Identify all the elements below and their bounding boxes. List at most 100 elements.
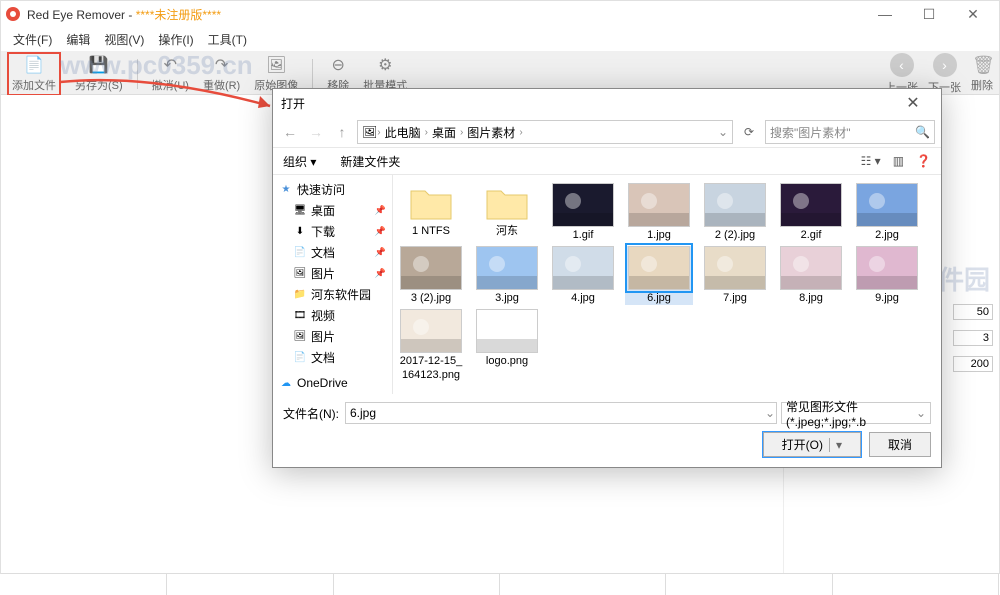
file-item[interactable]: logo.png	[473, 309, 541, 381]
menu-edit[interactable]: 编辑	[60, 29, 96, 50]
image-thumbnail	[552, 246, 614, 290]
maximize-button[interactable]: ☐	[907, 1, 951, 27]
tree-pic2[interactable]: 🖼图片	[273, 326, 392, 347]
undo-button[interactable]: ↶ 撤消(U)	[152, 55, 189, 93]
titlebar: Red Eye Remover - ****未注册版**** — ☐ ✕	[1, 1, 999, 27]
file-list: 1 NTFS 河东1.gif 1.jpg 2 (2).jpg2.gif 2.jpg 3 (…	[393, 175, 941, 394]
redo-button[interactable]: ↷ 重做(R)	[203, 55, 240, 93]
dialog-address-bar: ← → ↑ 🖼 › 此电脑 › 桌面 › 图片素材 › ⌄ ⟳ 搜索"图片素材"…	[273, 117, 941, 147]
file-item[interactable]: 河东	[473, 183, 541, 242]
batch-button[interactable]: ⚙ 批量模式	[363, 55, 407, 93]
back-button[interactable]: ←	[279, 121, 301, 143]
file-name: 7.jpg	[701, 292, 769, 305]
tree-video[interactable]: 🎞视频	[273, 305, 392, 326]
trash-icon: 🗑	[972, 55, 992, 75]
dialog-close-button[interactable]: ✕	[893, 93, 933, 113]
document-icon: 📄	[293, 351, 307, 365]
tree-pictures[interactable]: 🖼图片📌	[273, 263, 392, 284]
video-icon: 🎞	[293, 309, 307, 323]
delete-button[interactable]: 🗑 删除	[971, 55, 993, 93]
remove-button[interactable]: ⊖ 移除	[327, 55, 349, 93]
preview-pane-button[interactable]: ▥	[893, 154, 904, 168]
app-title: Red Eye Remover - ****未注册版****	[27, 6, 221, 23]
folder-tree: ★快速访问 🖥桌面📌 ⬇下载📌 📄文档📌 🖼图片📌 📁河东软件园 🎞视频 🖼图片…	[273, 175, 393, 394]
tree-hedong[interactable]: 📁河东软件园	[273, 284, 392, 305]
image-thumbnail	[628, 246, 690, 290]
undo-icon: ↶	[160, 55, 180, 75]
dialog-body: ★快速访问 🖥桌面📌 ⬇下载📌 📄文档📌 🖼图片📌 📁河东软件园 🎞视频 🖼图片…	[273, 175, 941, 394]
gear-icon: ⚙	[375, 55, 395, 75]
file-name: 4.jpg	[549, 292, 617, 305]
file-item[interactable]: 2.jpg	[853, 183, 921, 242]
search-input[interactable]: 搜索"图片素材" 🔍	[765, 120, 935, 144]
menu-action[interactable]: 操作(I)	[152, 29, 199, 50]
status-bar	[1, 573, 999, 595]
filename-input[interactable]	[345, 402, 777, 424]
file-item[interactable]: 2017-12-15_164123.png	[397, 309, 465, 381]
filetype-select[interactable]: 常见图形文件 (*.jpeg;*.jpg;*.b⌄	[781, 402, 931, 424]
prev-icon: ‹	[890, 53, 914, 77]
image-thumbnail	[552, 183, 614, 227]
breadcrumb[interactable]: 🖼 › 此电脑 › 桌面 › 图片素材 › ⌄	[357, 120, 733, 144]
picture-icon: 🖼	[293, 267, 307, 281]
file-item[interactable]: 1 NTFS	[397, 183, 465, 242]
file-name: 1.jpg	[625, 229, 693, 242]
file-item[interactable]: 1.jpg	[625, 183, 693, 242]
original-button[interactable]: 🖼 原始图像	[254, 55, 298, 93]
file-item[interactable]: 7.jpg	[701, 246, 769, 305]
new-folder-button[interactable]: 新建文件夹	[340, 153, 400, 170]
file-name: 6.jpg	[625, 292, 693, 305]
menu-file[interactable]: 文件(F)	[7, 29, 58, 50]
up-button[interactable]: ↑	[331, 121, 353, 143]
file-item[interactable]: 2 (2).jpg	[701, 183, 769, 242]
menu-view[interactable]: 视图(V)	[98, 29, 150, 50]
folder-icon: 🖼	[362, 125, 377, 139]
prop-input-3[interactable]	[953, 356, 993, 372]
tree-quick-access[interactable]: ★快速访问	[273, 179, 392, 200]
view-mode-button[interactable]: ☷ ▾	[861, 154, 881, 168]
file-name: 8.jpg	[777, 292, 845, 305]
image-thumbnail	[704, 183, 766, 227]
tree-doc2[interactable]: 📄文档	[273, 347, 392, 368]
dialog-toolbar: 组织 ▾ 新建文件夹 ☷ ▾ ▥ ❓	[273, 147, 941, 175]
file-name: 1 NTFS	[397, 225, 465, 238]
open-button[interactable]: 打开(O)▾	[763, 432, 861, 457]
prop-input-1[interactable]	[953, 304, 993, 320]
minimize-button[interactable]: —	[863, 1, 907, 27]
add-file-icon: 📄	[24, 55, 44, 75]
tree-documents[interactable]: 📄文档📌	[273, 242, 392, 263]
chevron-down-icon[interactable]: ⌄	[718, 125, 728, 139]
cancel-button[interactable]: 取消	[869, 432, 931, 457]
close-button[interactable]: ✕	[951, 1, 995, 27]
tree-desktop[interactable]: 🖥桌面📌	[273, 200, 392, 221]
refresh-button[interactable]: ⟳	[737, 125, 761, 139]
file-name: 3 (2).jpg	[397, 292, 465, 305]
file-item[interactable]: 3.jpg	[473, 246, 541, 305]
file-item[interactable]: 3 (2).jpg	[397, 246, 465, 305]
file-item[interactable]: 2.gif	[777, 183, 845, 242]
help-button[interactable]: ❓	[916, 154, 931, 168]
add-file-button[interactable]: 📄 添加文件	[7, 52, 61, 96]
desktop-icon: 🖥	[293, 204, 307, 218]
prop-input-2[interactable]	[953, 330, 993, 346]
tree-onedrive[interactable]: ☁OneDrive	[273, 374, 392, 392]
image-thumbnail	[856, 183, 918, 227]
file-item[interactable]: 4.jpg	[549, 246, 617, 305]
file-item[interactable]: 8.jpg	[777, 246, 845, 305]
organize-menu[interactable]: 组织 ▾	[283, 153, 316, 170]
image-thumbnail	[704, 246, 766, 290]
file-item[interactable]: 6.jpg	[625, 246, 693, 305]
tree-downloads[interactable]: ⬇下载📌	[273, 221, 392, 242]
file-name: 9.jpg	[853, 292, 921, 305]
star-icon: ★	[279, 183, 293, 197]
file-item[interactable]: 9.jpg	[853, 246, 921, 305]
original-icon: 🖼	[266, 55, 286, 75]
folder-icon: 📁	[293, 288, 307, 302]
save-as-button[interactable]: 💾 另存为(S)	[75, 55, 123, 93]
filename-label: 文件名(N):	[283, 405, 339, 422]
file-name: 2.jpg	[853, 229, 921, 242]
forward-button[interactable]: →	[305, 121, 327, 143]
file-item[interactable]: 1.gif	[549, 183, 617, 242]
dialog-titlebar: 打开 ✕	[273, 89, 941, 117]
menu-tools[interactable]: 工具(T)	[202, 29, 253, 50]
